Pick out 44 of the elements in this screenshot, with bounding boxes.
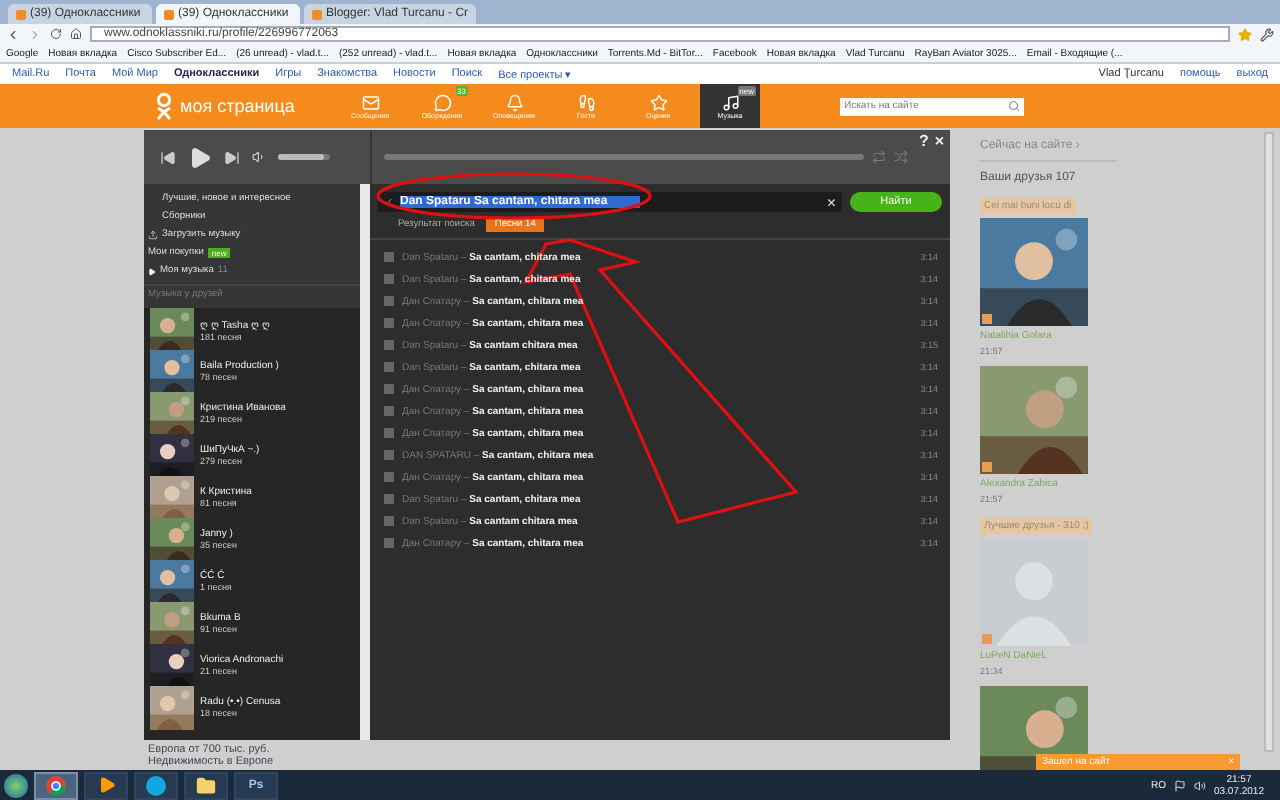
previous-icon[interactable] [160,149,176,165]
next-icon[interactable] [224,149,240,165]
star-icon [649,93,667,111]
flag-icon[interactable] [1173,779,1186,791]
clear-button[interactable]: × [826,193,836,211]
taskbar-button[interactable] [34,771,78,799]
browser-icon [46,775,66,795]
start-button[interactable] [4,773,28,797]
status-icon [982,634,992,644]
upload-icon [148,230,158,240]
repeat-icon[interactable] [872,150,886,164]
status-icon [982,314,992,324]
play-icon[interactable] [188,145,212,169]
taskbar-button[interactable] [134,771,178,799]
volume-icon[interactable] [1193,779,1206,791]
taskbar-button[interactable] [184,771,228,799]
chat-icon [433,93,451,111]
mail-icon [361,93,379,111]
play-icon [97,776,115,794]
reload-icon[interactable] [50,28,62,40]
footprints-icon [577,93,595,111]
music-icon [721,93,739,111]
progress-track[interactable] [384,154,864,160]
volume-slider[interactable] [278,154,325,160]
help-button[interactable]: ? [918,132,929,150]
back-icon[interactable] [384,196,396,208]
taskbar-button[interactable] [84,771,128,799]
bell-icon [505,93,523,111]
close-button[interactable]: × [934,132,944,150]
search-icon[interactable] [1008,100,1020,112]
avatar-placeholder [980,538,1088,646]
volume-icon[interactable] [252,150,266,164]
expand-icon[interactable] [148,267,156,275]
forward-icon[interactable] [28,27,42,41]
status-icon [982,462,992,472]
back-icon[interactable] [6,27,20,41]
home-icon[interactable] [70,28,82,40]
star-icon[interactable] [1238,27,1252,41]
wrench-icon[interactable] [1260,27,1274,41]
scrollbar[interactable] [1264,132,1274,752]
chat-bubble-icon [146,775,166,795]
shuffle-icon[interactable] [894,150,908,164]
logo-icon[interactable] [156,92,172,120]
folder-icon [196,775,216,795]
